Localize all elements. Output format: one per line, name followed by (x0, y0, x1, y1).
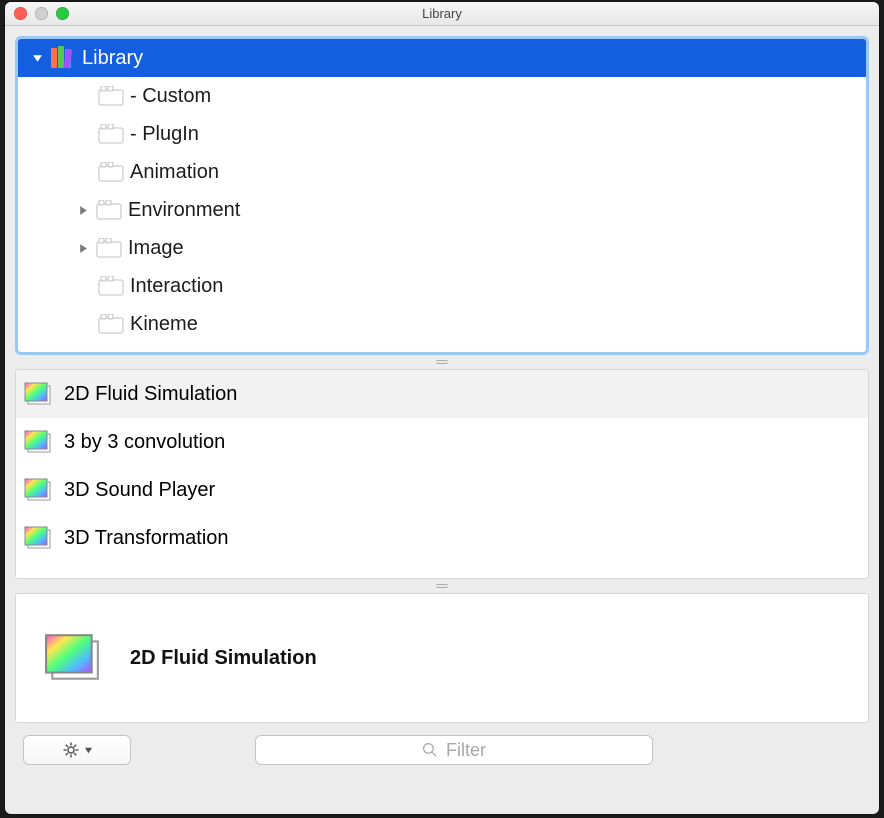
tree-item[interactable]: - Custom (18, 77, 866, 115)
traffic-lights (14, 7, 69, 20)
library-window: Library Library - Custom - PlugIn Animatio… (5, 2, 879, 814)
action-menu-button[interactable] (23, 735, 131, 765)
list-item[interactable]: 3D Transformation (16, 514, 868, 562)
list-item[interactable]: 3 by 3 convolution (16, 418, 868, 466)
tree-item-label: Image (128, 237, 184, 260)
tree-item[interactable]: - PlugIn (18, 115, 866, 153)
tree-item-label: Environment (128, 199, 240, 222)
chevron-right-icon[interactable] (76, 205, 90, 216)
preview-icon (24, 478, 52, 502)
filter-field[interactable]: Filter (255, 735, 653, 765)
tree-root-label: Library (82, 47, 143, 70)
minimize-icon (35, 7, 48, 20)
zoom-icon[interactable] (56, 7, 69, 20)
folder-icon (96, 200, 122, 220)
folder-icon (98, 86, 124, 106)
list-item-label: 3D Sound Player (64, 479, 215, 502)
detail-title: 2D Fluid Simulation (130, 647, 317, 670)
content: Library - Custom - PlugIn Animation Environ… (5, 26, 879, 814)
tree-root[interactable]: Library (18, 39, 866, 77)
chevron-down-icon (84, 746, 93, 755)
tree-item-label: Animation (130, 161, 219, 184)
tree-item[interactable]: Kineme (18, 305, 866, 343)
folder-icon (98, 124, 124, 144)
folder-icon (98, 162, 124, 182)
category-tree[interactable]: Library - Custom - PlugIn Animation Environ… (15, 36, 869, 355)
gear-icon (62, 741, 80, 759)
titlebar[interactable]: Library (5, 2, 879, 26)
filter-placeholder: Filter (446, 740, 486, 761)
bottom-toolbar: Filter (15, 725, 869, 771)
tree-item[interactable]: Image (18, 229, 866, 267)
folder-icon (98, 276, 124, 296)
tree-item-label: Kineme (130, 313, 198, 336)
patch-list[interactable]: 2D Fluid Simulation 3 by 3 convolution 3D … (15, 369, 869, 579)
close-icon[interactable] (14, 7, 27, 20)
list-item-label: 3 by 3 convolution (64, 431, 225, 454)
tree-item[interactable]: Animation (18, 153, 866, 191)
splitter-handle[interactable] (15, 581, 869, 591)
search-icon (422, 742, 438, 758)
chevron-right-icon[interactable] (76, 243, 90, 254)
folder-icon (96, 238, 122, 258)
preview-icon (24, 430, 52, 454)
folder-icon (98, 314, 124, 334)
library-icon (50, 46, 76, 70)
list-item[interactable]: 2D Fluid Simulation (16, 370, 868, 418)
preview-icon (24, 382, 52, 406)
tree-item[interactable]: Interaction (18, 267, 866, 305)
window-title: Library (422, 6, 462, 21)
preview-icon (44, 632, 102, 684)
list-item-label: 2D Fluid Simulation (64, 383, 237, 406)
tree-item-label: Interaction (130, 275, 223, 298)
preview-icon (24, 526, 52, 550)
list-item[interactable]: 3D Sound Player (16, 466, 868, 514)
list-item-label: 3D Transformation (64, 527, 229, 550)
detail-pane: 2D Fluid Simulation (15, 593, 869, 723)
tree-item-label: - Custom (130, 85, 211, 108)
tree-item[interactable]: Environment (18, 191, 866, 229)
chevron-down-icon[interactable] (30, 53, 44, 64)
splitter-handle[interactable] (15, 357, 869, 367)
tree-item-label: - PlugIn (130, 123, 199, 146)
